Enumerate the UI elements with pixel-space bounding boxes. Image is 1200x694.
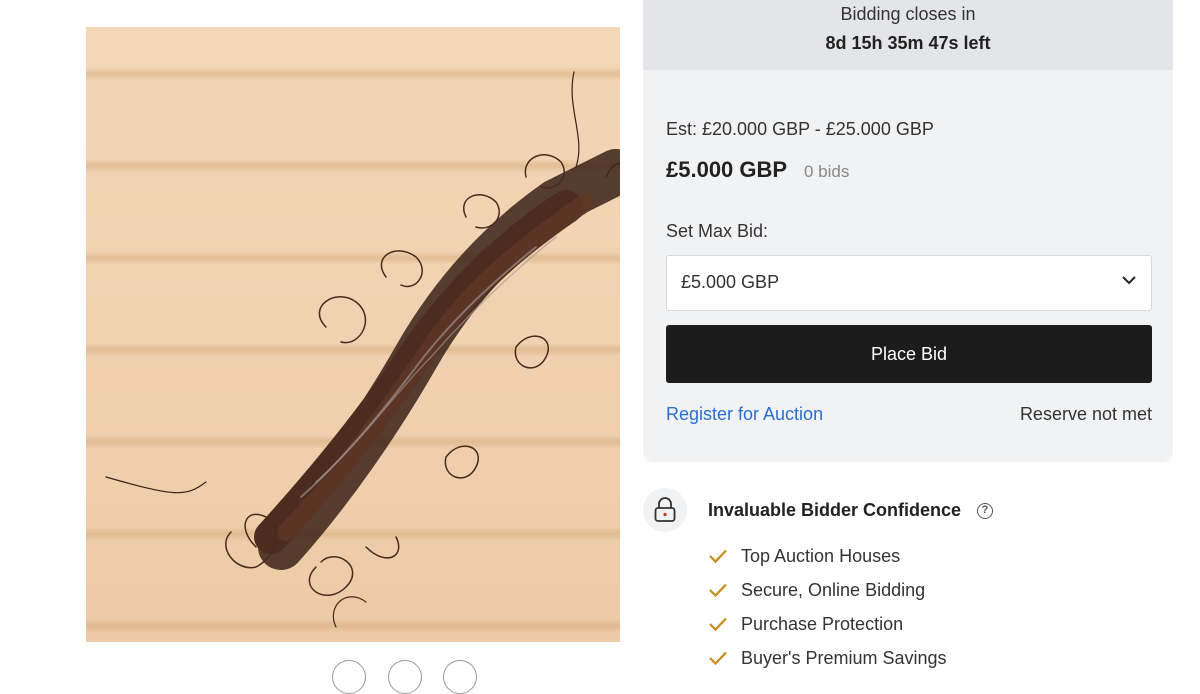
hair-clump-illustration xyxy=(105,71,620,628)
feature-label: Purchase Protection xyxy=(741,614,904,634)
lock-icon xyxy=(654,497,676,522)
feature-label: Top Auction Houses xyxy=(741,546,901,566)
help-icon[interactable]: ? xyxy=(977,503,993,519)
max-bid-select[interactable]: £5.000 GBP xyxy=(666,255,1152,311)
max-bid-label: Set Max Bid: xyxy=(666,221,769,241)
feature-label: Buyer's Premium Savings xyxy=(741,648,947,668)
check-icon xyxy=(709,583,727,598)
place-bid-button[interactable]: Place Bid xyxy=(666,325,1152,383)
current-bid: £5.000 GBP xyxy=(666,157,788,182)
max-bid-value: £5.000 GBP xyxy=(681,272,780,292)
carousel-prev-icon[interactable] xyxy=(332,660,366,694)
image-carousel-controls[interactable] xyxy=(330,660,480,694)
estimate-range: Est: £20.000 GBP - £25.000 GBP xyxy=(666,119,934,139)
lot-image[interactable] xyxy=(86,27,620,642)
bidder-confidence-title: Invaluable Bidder Confidence xyxy=(708,500,962,520)
check-icon xyxy=(709,549,727,564)
bid-count: 0 bids xyxy=(804,162,850,181)
carousel-next-icon[interactable] xyxy=(443,660,477,694)
register-for-auction-link[interactable]: Register for Auction xyxy=(666,404,823,425)
lock-badge xyxy=(643,488,687,532)
bidding-closes-label: Bidding closes in xyxy=(840,4,976,24)
carousel-zoom-icon[interactable] xyxy=(388,660,422,694)
bidding-time-left: 8d 15h 35m 47s left xyxy=(825,33,991,53)
check-icon xyxy=(709,617,727,632)
reserve-status: Reserve not met xyxy=(1019,404,1152,424)
check-icon xyxy=(709,651,727,666)
chevron-down-icon xyxy=(1122,276,1136,285)
feature-label: Secure, Online Bidding xyxy=(741,580,926,600)
